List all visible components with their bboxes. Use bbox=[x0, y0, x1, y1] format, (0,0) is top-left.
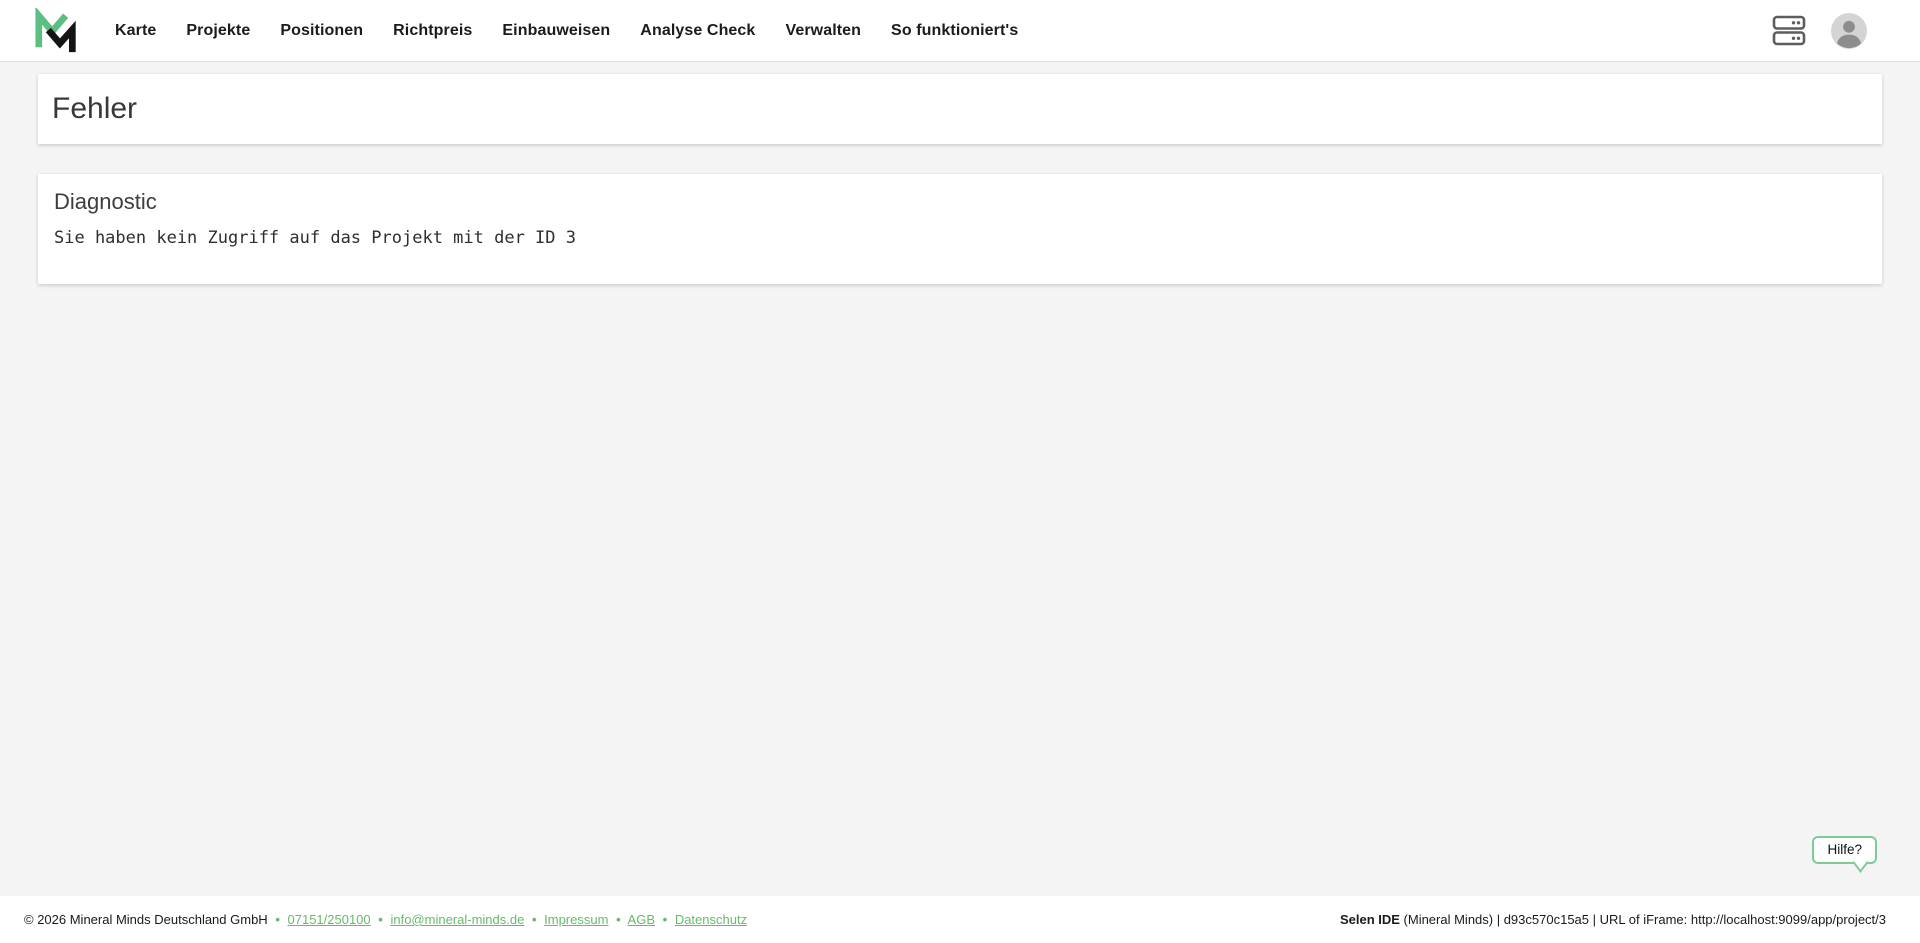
top-navigation-bar: Karte Projekte Positionen Richtpreis Ein… bbox=[0, 0, 1920, 62]
help-button[interactable]: Hilfe? bbox=[1812, 836, 1877, 864]
separator-dot: • bbox=[616, 912, 621, 927]
ide-info: (Mineral Minds) | d93c570c15a5 | URL of … bbox=[1399, 912, 1886, 927]
footer-right: Selen IDE (Mineral Minds) | d93c570c15a5… bbox=[1340, 912, 1886, 927]
agb-link[interactable]: AGB bbox=[628, 912, 655, 927]
separator-dot: • bbox=[378, 912, 383, 927]
footer-left: © 2026 Mineral Minds Deutschland GmbH • … bbox=[24, 912, 747, 927]
separator-dot: • bbox=[662, 912, 668, 927]
diagnostic-message: Sie haben kein Zugriff auf das Projekt m… bbox=[54, 228, 576, 248]
ide-name: Selen IDE bbox=[1339, 912, 1400, 927]
nav-item-karte[interactable]: Karte bbox=[100, 0, 171, 62]
header-icon-group bbox=[1772, 12, 1867, 49]
main-nav: Karte Projekte Positionen Richtpreis Ein… bbox=[100, 0, 1033, 62]
error-card: Fehler bbox=[38, 74, 1882, 144]
mineral-minds-logo[interactable] bbox=[34, 7, 80, 54]
datenschutz-link[interactable]: Datenschutz bbox=[675, 912, 747, 927]
nav-item-einbauweisen[interactable]: Einbauweisen bbox=[487, 0, 625, 62]
nav-item-analyse-check[interactable]: Analyse Check bbox=[625, 0, 770, 62]
page-title: Fehler bbox=[52, 92, 138, 125]
nav-item-projekte[interactable]: Projekte bbox=[171, 0, 265, 62]
main-content: Fehler Diagnostic Sie haben kein Zugriff… bbox=[0, 62, 1920, 896]
separator-dot: • bbox=[531, 912, 537, 927]
footer: © 2026 Mineral Minds Deutschland GmbH • … bbox=[0, 896, 1920, 943]
nav-item-so-funktionierts[interactable]: So funktioniert's bbox=[876, 0, 1033, 62]
user-avatar-icon[interactable] bbox=[1831, 12, 1867, 49]
nav-item-richtpreis[interactable]: Richtpreis bbox=[378, 0, 487, 62]
separator-dot: • bbox=[275, 912, 280, 927]
dns-server-icon[interactable] bbox=[1772, 14, 1806, 47]
nav-item-verwalten[interactable]: Verwalten bbox=[770, 0, 876, 62]
diagnostic-card: Diagnostic Sie haben kein Zugriff auf da… bbox=[38, 174, 1882, 284]
diagnostic-title: Diagnostic bbox=[54, 189, 157, 214]
nav-item-positionen[interactable]: Positionen bbox=[265, 0, 378, 62]
phone-link[interactable]: 07151/250100 bbox=[288, 912, 371, 927]
copyright-text: © 2026 Mineral Minds Deutschland GmbH bbox=[24, 912, 268, 927]
email-link[interactable]: info@mineral-minds.de bbox=[390, 912, 524, 927]
impressum-link[interactable]: Impressum bbox=[544, 912, 608, 927]
